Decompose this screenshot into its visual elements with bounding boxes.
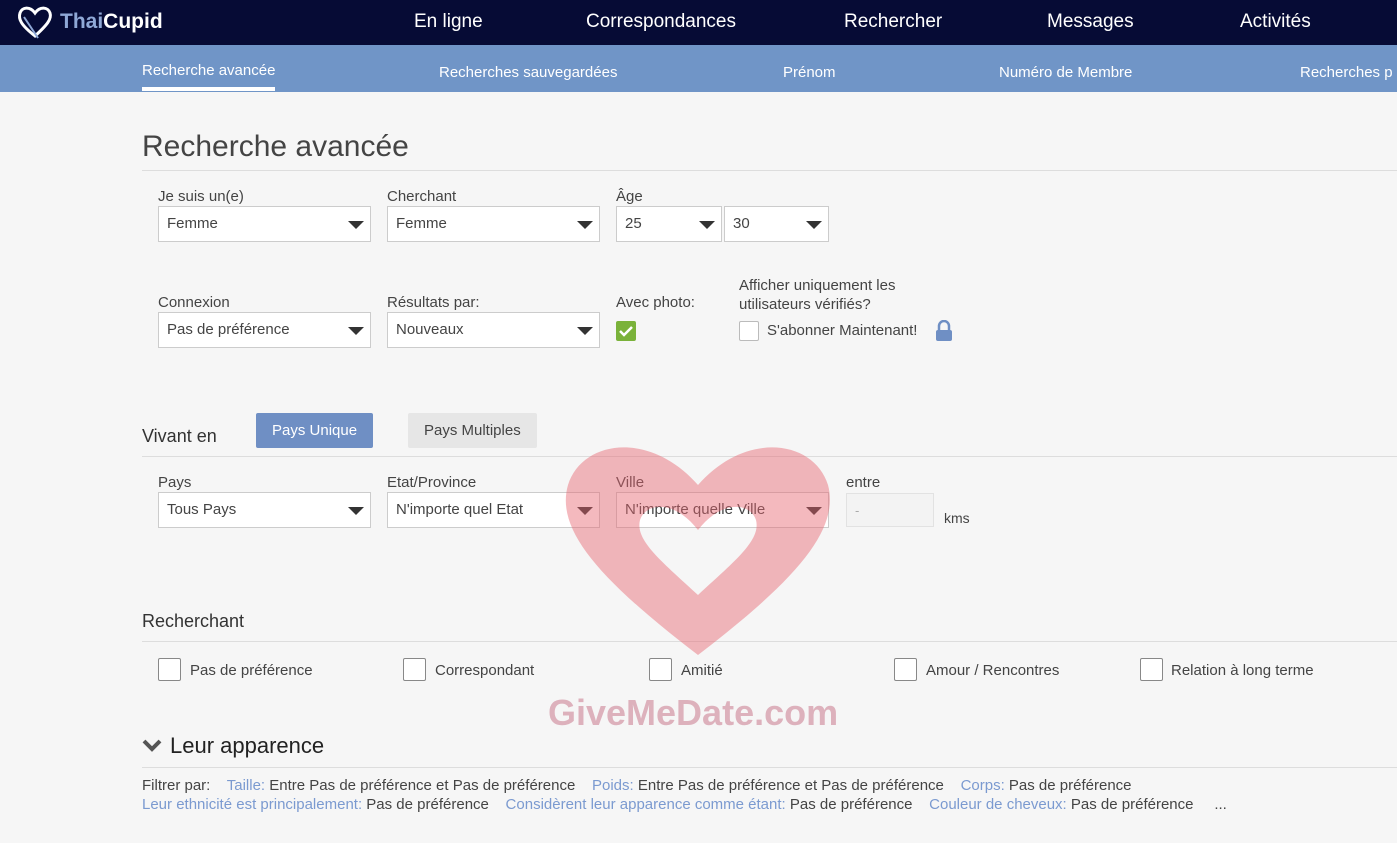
chevron-down-icon — [806, 221, 822, 229]
seeking-romance-checkbox[interactable] — [894, 658, 917, 681]
filter-value: Entre Pas de préférence et Pas de préfér… — [269, 777, 576, 794]
seeking-option: Relation à long terme — [1171, 662, 1314, 679]
verified-label: Afficher uniquement les utilisateurs véri… — [739, 277, 896, 313]
seeking-option: Correspondant — [435, 662, 535, 679]
tab-advanced-search[interactable]: Recherche avancée — [142, 62, 276, 91]
filter-value: Pas de préférence — [1070, 796, 1194, 813]
seeking-friendship-checkbox[interactable] — [649, 658, 672, 681]
watermark-text: GiveMeDate.com — [548, 692, 839, 733]
filter-key[interactable]: Considèrent leur apparence comme étant: — [506, 796, 786, 813]
seeking-section-title: Recherchant — [142, 611, 245, 631]
connexion-label: Connexion — [158, 294, 230, 311]
multiple-countries-button[interactable]: Pays Multiples — [408, 413, 537, 448]
nav-online[interactable]: En ligne — [414, 11, 483, 33]
chevron-down-icon — [806, 507, 822, 515]
filter-label: Filtrer par: — [142, 777, 211, 794]
chevron-down-icon — [348, 507, 364, 515]
distance-input[interactable]: - — [846, 493, 934, 527]
distance-label: entre — [846, 474, 881, 491]
chevron-down-icon — [577, 507, 593, 515]
photo-label: Avec photo: — [616, 294, 695, 311]
tab-first-name[interactable]: Prénom — [783, 64, 836, 81]
brand-name: ThaiCupid — [60, 10, 163, 33]
filter-value: Pas de préférence — [366, 796, 489, 813]
tab-member-number[interactable]: Numéro de Membre — [999, 64, 1132, 81]
divider — [142, 767, 1397, 768]
seeking-select[interactable]: Femme — [387, 206, 600, 242]
logo[interactable]: ThaiCupid — [16, 5, 163, 39]
filter-key[interactable]: Leur ethnicité est principalement: — [142, 796, 362, 813]
country-select[interactable]: Tous Pays — [158, 492, 371, 528]
appearance-toggle[interactable]: Leur apparence — [142, 733, 324, 759]
seeking-option: Amitié — [681, 662, 723, 679]
tab-more-searches[interactable]: Recherches p — [1300, 64, 1393, 81]
age-max-select[interactable]: 30 — [724, 206, 829, 242]
chevron-down-icon — [577, 327, 593, 335]
more-filters[interactable]: ... — [1214, 796, 1227, 813]
check-icon — [619, 326, 633, 337]
chevron-down-icon — [142, 739, 162, 752]
results-label: Résultats par: — [387, 294, 480, 311]
nav-activity[interactable]: Activités — [1240, 11, 1311, 33]
divider — [142, 641, 1397, 642]
chevron-down-icon — [699, 221, 715, 229]
filter-key[interactable]: Couleur de cheveux: — [929, 796, 1067, 813]
chevron-down-icon — [348, 327, 364, 335]
country-label: Pays — [158, 474, 192, 491]
filter-key[interactable]: Poids: — [592, 777, 634, 794]
living-title: Vivant en — [142, 426, 217, 446]
filter-row-1: Filtrer par: Taille: Entre Pas de préfér… — [142, 777, 1132, 794]
tab-saved-searches[interactable]: Recherches sauvegardées — [439, 64, 617, 81]
connexion-select[interactable]: Pas de préférence — [158, 312, 371, 348]
seeking-label: Cherchant — [387, 188, 457, 205]
filter-value: Pas de préférence — [1008, 777, 1132, 794]
nav-matches[interactable]: Correspondances — [586, 11, 736, 33]
subscribe-link[interactable]: S'abonner Maintenant! — [767, 322, 917, 339]
state-label: Etat/Province — [387, 474, 477, 491]
seeking-long-term-checkbox[interactable] — [1140, 658, 1163, 681]
iam-select[interactable]: Femme — [158, 206, 371, 242]
city-select[interactable]: N'importe quelle Ville — [616, 492, 829, 528]
seeking-pen-pal-checkbox[interactable] — [403, 658, 426, 681]
age-min-select[interactable]: 25 — [616, 206, 722, 242]
photo-checkbox[interactable] — [616, 321, 636, 341]
nav-messages[interactable]: Messages — [1047, 11, 1134, 33]
state-select[interactable]: N'importe quel Etat — [387, 492, 600, 528]
verified-checkbox[interactable] — [739, 321, 759, 341]
lock-icon — [936, 320, 952, 341]
divider — [142, 456, 1397, 457]
sub-nav: Recherche avancée Recherches sauvegardée… — [0, 45, 1397, 92]
iam-label: Je suis un(e) — [158, 188, 244, 205]
appearance-title: Leur apparence — [170, 733, 325, 758]
seeking-no-pref-checkbox[interactable] — [158, 658, 181, 681]
chevron-down-icon — [577, 221, 593, 229]
seeking-option: Pas de préférence — [190, 662, 313, 679]
city-label: Ville — [616, 474, 645, 491]
seeking-option: Amour / Rencontres — [926, 662, 1060, 679]
filter-key[interactable]: Corps: — [961, 777, 1005, 794]
distance-unit: kms — [944, 510, 970, 526]
filter-key[interactable]: Taille: — [227, 777, 265, 794]
chevron-down-icon — [348, 221, 364, 229]
single-country-button[interactable]: Pays Unique — [256, 413, 374, 448]
top-bar: ThaiCupid En ligne Correspondances Reche… — [0, 0, 1397, 45]
filter-value: Entre Pas de préférence et Pas de préfér… — [637, 777, 944, 794]
results-select[interactable]: Nouveaux — [387, 312, 600, 348]
watermark-heart-icon — [565, 447, 830, 655]
age-label: Âge — [616, 188, 643, 205]
divider — [142, 170, 1397, 171]
heart-logo-icon — [17, 6, 52, 39]
filter-value: Pas de préférence — [789, 796, 913, 813]
filter-row-2: Leur ethnicité est principalement: Pas d… — [142, 796, 1227, 813]
page-title: Recherche avancée — [142, 130, 409, 163]
nav-search[interactable]: Rechercher — [844, 11, 942, 33]
